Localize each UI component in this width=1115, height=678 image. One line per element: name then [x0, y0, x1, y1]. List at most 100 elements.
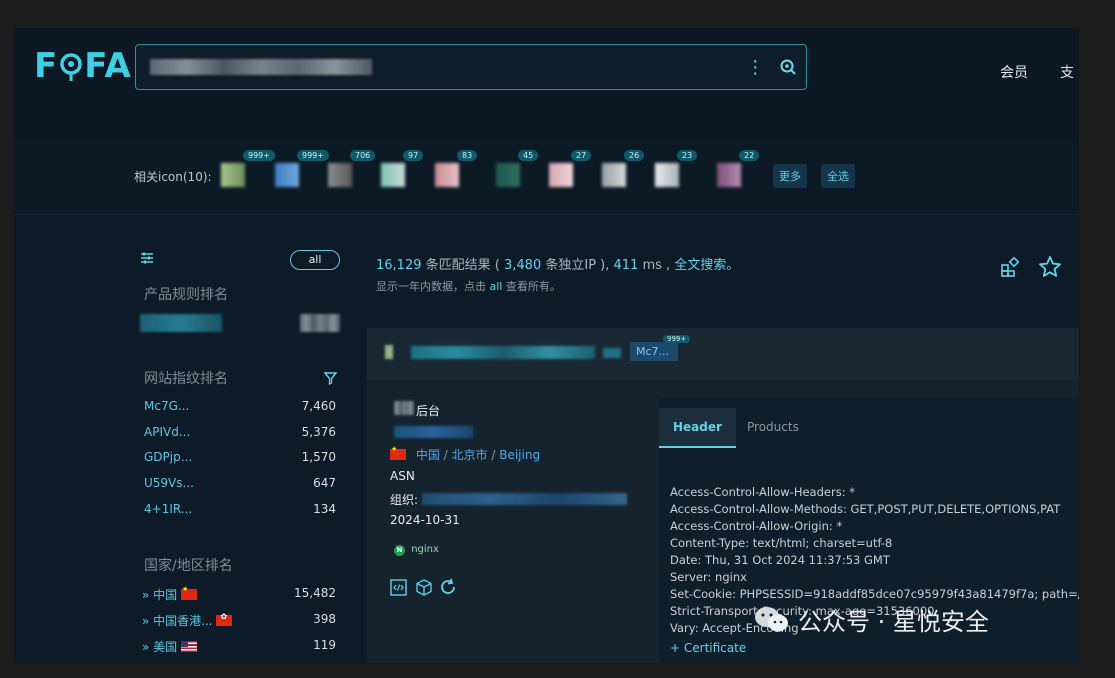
nav-member[interactable]: 会员	[1000, 62, 1028, 82]
related-icons-label: 相关icon(10):	[134, 170, 212, 184]
fingerprint-rank-row[interactable]: 4+1IR... 134	[144, 502, 336, 518]
icon-count: 83	[457, 150, 478, 161]
redacted-query	[150, 59, 372, 75]
country-name[interactable]: » 中国	[142, 585, 198, 603]
fulltext-search-link[interactable]: 全文搜索。	[674, 258, 739, 273]
product-rank-title: 产品规则排名	[144, 287, 228, 303]
fingerprint-count: 7,460	[301, 399, 336, 413]
country-name[interactable]: » 美国	[142, 638, 198, 655]
results-summary: 16,129 条匹配结果 ( 3,480 条独立IP ), 411 ms , 全…	[376, 254, 739, 273]
location: 中国 / 北京市 / Beijing	[390, 445, 540, 463]
icon-count: 999+	[243, 150, 275, 161]
header-line: Content-Type: text/html; charset=utf-8	[670, 536, 893, 550]
grid-view-icon[interactable]	[1000, 256, 1020, 281]
fingerprint-name[interactable]: 4+1IR...	[144, 502, 192, 516]
country-rank-row[interactable]: » 美国 119	[142, 638, 336, 654]
filter-sliders-icon[interactable]	[140, 250, 154, 269]
chevron-right-icon: »	[142, 614, 150, 628]
related-icon-2[interactable]: 999+	[275, 150, 329, 187]
watermark-text: 公众号 · 星悦安全	[798, 608, 989, 636]
redacted-product-count	[300, 314, 340, 332]
star-icon[interactable]	[1038, 255, 1062, 283]
search-icon[interactable]	[780, 57, 796, 78]
country-rank-row[interactable]: » 中国香港... 398	[142, 612, 336, 628]
icon-count: 706	[350, 150, 376, 161]
refresh-icon[interactable]	[439, 578, 457, 600]
icon-count: 97	[403, 150, 424, 161]
note-text: 显示一年内数据，点击	[376, 280, 486, 293]
fingerprint-count: 134	[313, 502, 336, 516]
country-link[interactable]: 中国	[416, 448, 440, 462]
code-icon[interactable]	[390, 579, 407, 600]
icon-count: 26	[624, 150, 645, 161]
fofa-logo[interactable]: F FA	[34, 46, 132, 86]
results-note: 显示一年内数据，点击 all 查看所有。	[376, 278, 561, 294]
fingerprint-rank-row[interactable]: U59Vs... 647	[144, 476, 336, 492]
fingerprint-rank-row[interactable]: GDPjp... 1,570	[144, 450, 336, 466]
tag-count-badge: 999+	[663, 335, 691, 343]
nginx-icon: N	[394, 545, 405, 556]
divider	[14, 214, 1079, 215]
related-icon-3[interactable]: 706	[328, 150, 376, 187]
match-text: 条匹配结果 (	[425, 258, 500, 273]
fingerprint-name[interactable]: U59Vs...	[144, 476, 194, 490]
select-all-button[interactable]: 全选	[821, 164, 855, 188]
watermark: 公众号 · 星悦安全	[754, 602, 989, 637]
all-toggle[interactable]: all	[290, 250, 340, 270]
result-card-header: Mc7... 999+	[367, 328, 1079, 380]
tab-products[interactable]: Products	[733, 408, 813, 446]
related-icon-5[interactable]: 83	[435, 150, 478, 187]
cube-icon[interactable]	[416, 579, 432, 600]
asn-label: ASN	[390, 469, 415, 483]
related-icon-9[interactable]: 23	[655, 150, 698, 187]
server-badge[interactable]: N nginx	[394, 544, 439, 556]
country-count: 15,482	[294, 586, 336, 600]
fingerprint-name[interactable]: APIVd...	[144, 425, 190, 439]
icon-count: 27	[571, 150, 592, 161]
related-icon-7[interactable]: 27	[549, 150, 592, 187]
related-icon-6[interactable]: 45	[496, 150, 539, 187]
nav-support[interactable]: 支	[1060, 62, 1074, 82]
more-icons-button[interactable]: 更多	[773, 164, 807, 188]
header-line: Set-Cookie: PHPSESSID=918addf85dce07c959…	[670, 587, 1079, 601]
city-en-link[interactable]: Beijing	[499, 448, 540, 462]
fofa-app: F FA ⋮ 会员 支 相关icon(10): 999+ 999+ 706 97 …	[14, 28, 1079, 663]
redacted-org[interactable]	[422, 493, 627, 505]
fingerprint-count: 5,376	[301, 425, 336, 439]
related-icon-8[interactable]: 26	[602, 150, 645, 187]
header-line: Access-Control-Allow-Methods: GET,POST,P…	[670, 502, 1061, 516]
fingerprint-rank-row[interactable]: Mc7G... 7,460	[144, 399, 336, 415]
fingerprint-rank-row[interactable]: APIVd... 5,376	[144, 425, 336, 441]
match-count: 16,129	[376, 258, 422, 273]
search-input[interactable]: ⋮	[135, 44, 807, 90]
china-flag-icon	[181, 585, 198, 600]
related-icon-1[interactable]: 999+	[221, 150, 275, 187]
note-all-link[interactable]: all	[490, 280, 503, 293]
country-name[interactable]: » 中国香港...	[142, 612, 233, 629]
header-line: Date: Thu, 31 Oct 2024 11:37:53 GMT	[670, 553, 890, 567]
related-icon-4[interactable]: 97	[381, 150, 424, 187]
fingerprint-name[interactable]: GDPjp...	[144, 450, 192, 464]
more-vertical-icon[interactable]: ⋮	[746, 57, 764, 78]
elapsed-ms: 411	[613, 258, 639, 273]
country-count: 119	[313, 638, 336, 652]
chevron-right-icon: »	[142, 588, 150, 602]
city-link[interactable]: 北京市	[452, 448, 488, 462]
certificate-toggle[interactable]: + Certificate	[670, 641, 746, 655]
redacted-ip[interactable]	[394, 426, 473, 438]
wechat-icon	[754, 606, 790, 632]
china-flag-icon	[390, 445, 406, 460]
country-count: 398	[313, 612, 336, 626]
tab-header[interactable]: Header	[659, 408, 736, 448]
icon-count: 23	[677, 150, 698, 161]
related-icon-10[interactable]: 22	[717, 150, 760, 187]
header-line: Access-Control-Allow-Origin: *	[670, 519, 843, 533]
redacted-favicon	[385, 345, 393, 359]
fingerprint-tag[interactable]: Mc7...	[630, 342, 678, 361]
funnel-filter-icon[interactable]	[323, 370, 338, 389]
note-text: 查看所有。	[505, 280, 561, 293]
logo-pin-icon	[58, 52, 84, 81]
fingerprint-name[interactable]: Mc7G...	[144, 399, 189, 413]
ip-text: 条独立IP ),	[545, 258, 610, 273]
country-rank-row[interactable]: » 中国 15,482	[142, 585, 336, 603]
